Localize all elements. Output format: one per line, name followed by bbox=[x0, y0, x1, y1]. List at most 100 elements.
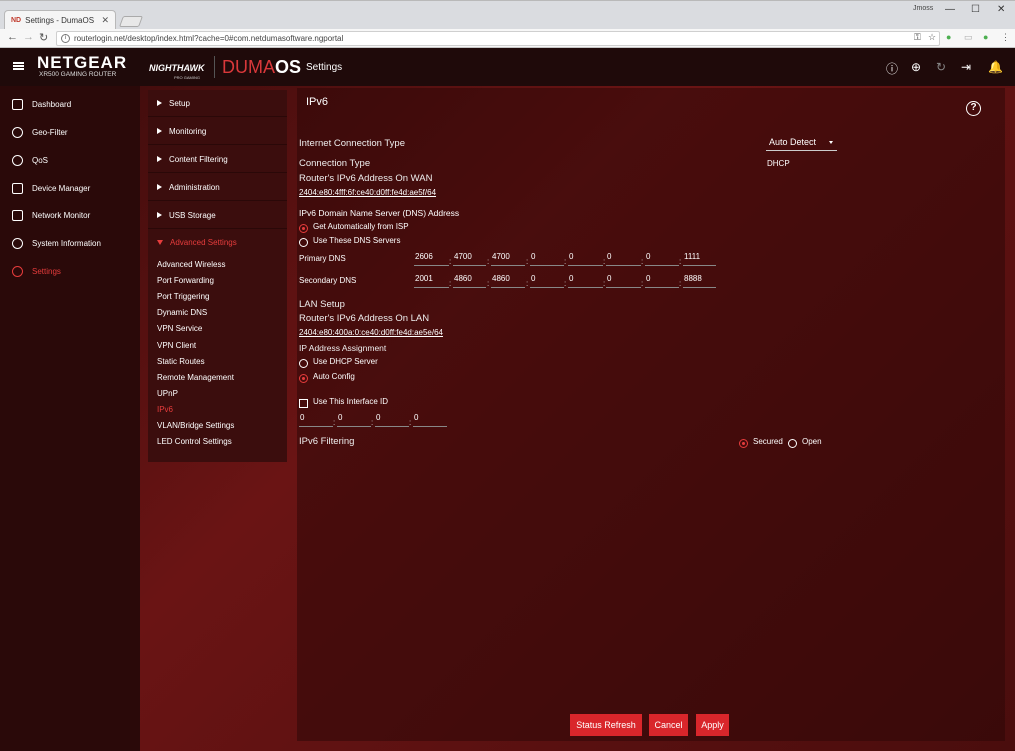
nav-item-settings[interactable]: Settings bbox=[12, 264, 61, 278]
interface-id-field[interactable]: 0 bbox=[413, 413, 447, 427]
lan-address-label: Router's IPv6 Address On LAN bbox=[299, 313, 430, 324]
submenu-static-routes[interactable]: Static Routes bbox=[157, 357, 205, 366]
geo-filter-icon bbox=[12, 126, 23, 138]
secondary-dns-field[interactable]: 4860 bbox=[491, 274, 525, 288]
interface-id-checkbox[interactable] bbox=[299, 399, 308, 408]
dumaos-logo: DUMAOS bbox=[222, 57, 302, 77]
globe-icon[interactable]: ⊕ bbox=[911, 60, 921, 74]
secondary-dns-field[interactable]: 0 bbox=[606, 274, 641, 288]
back-icon[interactable]: ← bbox=[7, 31, 18, 43]
url-text: routerlogin.net/desktop/index.html?cache… bbox=[74, 34, 344, 43]
secondary-dns-field[interactable]: 0 bbox=[645, 274, 679, 288]
secondary-dns-field[interactable]: 2001 bbox=[414, 274, 449, 288]
extension-icon[interactable]: ● bbox=[983, 32, 988, 42]
dns-isp-radio[interactable] bbox=[299, 224, 308, 233]
submenu-remote-management[interactable]: Remote Management bbox=[157, 373, 234, 382]
ip-assign-dhcp-radio[interactable] bbox=[299, 359, 308, 368]
browser-tab[interactable]: ND Settings - DumaOS ✕ bbox=[4, 10, 116, 30]
nav-item-dashboard[interactable]: Dashboard bbox=[12, 97, 71, 111]
nav-item-geo-filter[interactable]: Geo-Filter bbox=[12, 125, 68, 139]
submenu-ipv6[interactable]: IPv6 bbox=[157, 405, 173, 414]
colon-separator: : bbox=[679, 279, 682, 288]
interface-id-field[interactable]: 0 bbox=[375, 413, 409, 427]
submenu-setup[interactable]: Setup bbox=[148, 90, 287, 117]
submenu-upnp[interactable]: UPnP bbox=[157, 389, 178, 398]
submenu-vlan-bridge-settings[interactable]: VLAN/Bridge Settings bbox=[157, 421, 234, 430]
submenu-usb-storage[interactable]: USB Storage bbox=[148, 202, 287, 229]
internet-connection-type-select[interactable]: Auto Detect bbox=[766, 137, 837, 151]
submenu-vpn-client[interactable]: VPN Client bbox=[157, 341, 196, 350]
tab-title: Settings - DumaOS bbox=[25, 16, 95, 25]
nav-item-qos[interactable]: QoS bbox=[12, 153, 48, 167]
primary-dns-field[interactable]: 0 bbox=[606, 252, 641, 266]
primary-dns-field[interactable]: 0 bbox=[568, 252, 603, 266]
cancel-button[interactable]: Cancel bbox=[649, 714, 688, 736]
extension-icon[interactable]: ▭ bbox=[964, 32, 973, 43]
status-refresh-button[interactable]: Status Refresh bbox=[570, 714, 642, 736]
secondary-dns-field[interactable]: 8888 bbox=[683, 274, 716, 288]
expand-arrow-icon bbox=[157, 184, 162, 190]
primary-dns-field[interactable]: 0 bbox=[645, 252, 679, 266]
logout-icon[interactable]: ⇥ bbox=[961, 60, 971, 74]
submenu-advanced-wireless[interactable]: Advanced Wireless bbox=[157, 260, 225, 269]
colon-separator: : bbox=[526, 279, 529, 288]
url-input[interactable]: i routerlogin.net/desktop/index.html?cac… bbox=[56, 31, 940, 46]
new-tab-button[interactable] bbox=[118, 16, 144, 27]
secondary-dns-field[interactable]: 0 bbox=[530, 274, 564, 288]
key-icon[interactable]: ⚿ bbox=[914, 32, 921, 43]
extension-icon[interactable]: ● bbox=[946, 32, 951, 42]
submenu-led-control-settings[interactable]: LED Control Settings bbox=[157, 437, 232, 446]
primary-dns-field[interactable]: 4700 bbox=[453, 252, 486, 266]
forward-icon[interactable]: → bbox=[23, 31, 34, 43]
interface-id-field[interactable]: 0 bbox=[299, 413, 333, 427]
info-icon[interactable]: ⓘ bbox=[886, 60, 898, 77]
nav-item-device-manager[interactable]: Device Manager bbox=[12, 181, 90, 195]
primary-dns-field[interactable]: 0 bbox=[530, 252, 564, 266]
interface-id-field[interactable]: 0 bbox=[337, 413, 371, 427]
connection-type-label: Connection Type bbox=[299, 158, 371, 169]
secondary-dns-field[interactable]: 0 bbox=[568, 274, 603, 288]
colon-separator: : bbox=[679, 257, 682, 266]
netgear-logo: NETGEAR bbox=[37, 53, 128, 72]
help-icon[interactable]: ? bbox=[966, 101, 981, 116]
bookmark-star-icon[interactable]: ☆ bbox=[928, 32, 936, 43]
profile-user-label[interactable]: Jmoss bbox=[913, 5, 933, 12]
primary-dns-field[interactable]: 1111 bbox=[683, 252, 716, 266]
expand-arrow-icon bbox=[157, 212, 162, 218]
reload-icon[interactable]: ↻ bbox=[39, 31, 48, 44]
ip-assign-auto-radio[interactable] bbox=[299, 374, 308, 383]
site-info-icon[interactable]: i bbox=[61, 34, 70, 43]
submenu-dynamic-dns[interactable]: Dynamic DNS bbox=[157, 308, 207, 317]
submenu-advanced-settings[interactable]: Advanced Settings bbox=[148, 229, 287, 256]
notification-bell-icon[interactable]: 🔔 bbox=[988, 60, 1003, 74]
primary-dns-field[interactable]: 4700 bbox=[491, 252, 525, 266]
filtering-open-radio[interactable] bbox=[788, 439, 797, 448]
primary-dns-field[interactable]: 2606 bbox=[414, 252, 449, 266]
apply-button[interactable]: Apply bbox=[696, 714, 729, 736]
submenu-content-filtering[interactable]: Content Filtering bbox=[148, 146, 287, 173]
nav-item-network-monitor[interactable]: Network Monitor bbox=[12, 208, 90, 222]
colon-separator: : bbox=[641, 279, 644, 288]
minimize-icon[interactable]: — bbox=[945, 4, 955, 15]
submenu-monitoring[interactable]: Monitoring bbox=[148, 118, 287, 145]
hamburger-menu-icon[interactable] bbox=[13, 62, 24, 70]
nav-item-system-information[interactable]: System Information bbox=[12, 236, 101, 250]
secondary-dns-label: Secondary DNS bbox=[299, 276, 357, 285]
network-monitor-icon bbox=[12, 209, 23, 221]
tab-close-icon[interactable]: ✕ bbox=[101, 15, 109, 26]
submenu-administration[interactable]: Administration bbox=[148, 174, 287, 201]
refresh-icon[interactable]: ↻ bbox=[936, 60, 946, 74]
secondary-dns-field[interactable]: 4860 bbox=[453, 274, 486, 288]
browser-menu-icon[interactable]: ⋮ bbox=[1001, 32, 1010, 43]
dns-custom-radio[interactable] bbox=[299, 238, 308, 247]
submenu-port-triggering[interactable]: Port Triggering bbox=[157, 292, 209, 301]
maximize-icon[interactable]: ☐ bbox=[971, 4, 980, 15]
filtering-secured-radio[interactable] bbox=[739, 439, 748, 448]
submenu-port-forwarding[interactable]: Port Forwarding bbox=[157, 276, 214, 285]
submenu-vpn-service[interactable]: VPN Service bbox=[157, 324, 202, 333]
address-bar-row: ← → ↻ i routerlogin.net/desktop/index.ht… bbox=[0, 29, 1015, 48]
colon-separator: : bbox=[603, 257, 606, 266]
colon-separator: : bbox=[449, 279, 452, 288]
window-close-icon[interactable]: ✕ bbox=[997, 4, 1005, 15]
favicon-icon: ND bbox=[11, 17, 22, 24]
